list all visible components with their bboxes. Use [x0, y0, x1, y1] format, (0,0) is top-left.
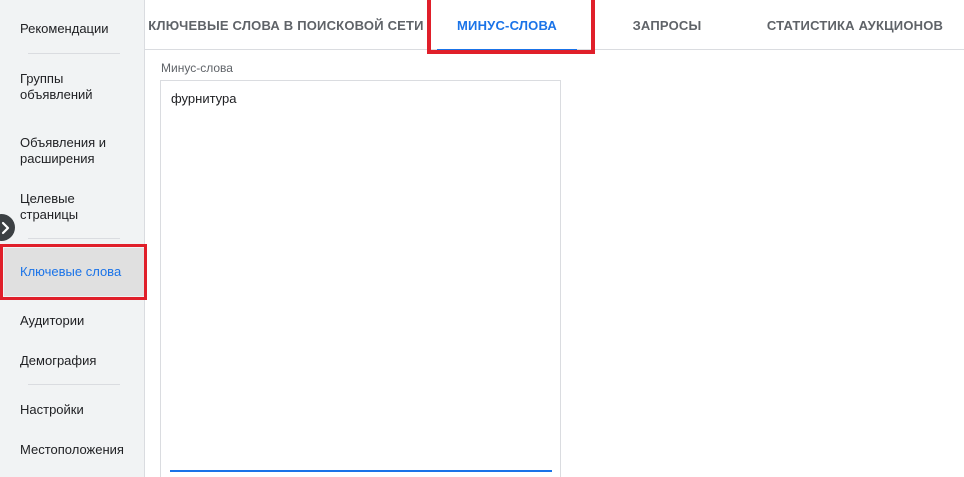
sidebar-item-label: Демография — [20, 353, 97, 368]
sidebar: Рекомендации Группы объявлений Объявлени… — [0, 0, 145, 477]
sidebar-item-audiences[interactable]: Аудитории — [6, 313, 139, 329]
sidebar-divider — [28, 238, 120, 239]
negative-keywords-value: фурнитура — [171, 91, 237, 106]
sidebar-item-label: Рекомендации — [20, 21, 109, 36]
tab-auction-insights[interactable]: СТАТИСТИКА АУКЦИОНОВ — [757, 0, 953, 50]
sidebar-item-demographics[interactable]: Демография — [6, 353, 139, 369]
sidebar-divider — [28, 53, 120, 54]
sidebar-item-landing-pages[interactable]: Целевые страницы — [6, 191, 139, 223]
tab-bar: КЛЮЧЕВЫЕ СЛОВА В ПОИСКОВОЙ СЕТИ МИНУС-СЛ… — [145, 0, 964, 51]
sidebar-item-label: Целевые страницы — [20, 191, 79, 222]
active-tab-indicator — [437, 49, 577, 51]
tab-search-keywords[interactable]: КЛЮЧЕВЫЕ СЛОВА В ПОИСКОВОЙ СЕТИ — [145, 0, 427, 50]
sidebar-item-ads-extensions[interactable]: Объявления и расширения — [6, 135, 139, 167]
sidebar-item-settings[interactable]: Настройки — [6, 402, 139, 418]
tab-label: СТАТИСТИКА АУКЦИОНОВ — [766, 17, 944, 33]
tab-label: МИНУС-СЛОВА — [457, 17, 557, 33]
sidebar-item-locations[interactable]: Местоположения — [6, 442, 139, 458]
sidebar-item-recommendations[interactable]: Рекомендации — [6, 21, 139, 37]
tab-label: КЛЮЧЕВЫЕ СЛОВА В ПОИСКОВОЙ СЕТИ — [148, 17, 424, 33]
tab-negative-keywords[interactable]: МИНУС-СЛОВА — [437, 0, 577, 51]
sidebar-item-ad-groups[interactable]: Группы объявлений — [6, 71, 139, 103]
sidebar-item-label: Местоположения — [20, 442, 124, 457]
sidebar-item-label: Группы объявлений — [20, 71, 93, 102]
sidebar-item-keywords[interactable]: Ключевые слова — [4, 248, 144, 296]
chevron-right-icon — [1, 221, 10, 234]
sidebar-item-label: Аудитории — [20, 313, 85, 328]
negative-keywords-label: Минус-слова — [161, 61, 233, 75]
negative-keywords-textarea[interactable]: фурнитура — [160, 80, 561, 477]
sidebar-item-label: Объявления и расширения — [20, 135, 107, 166]
tab-label: ЗАПРОСЫ — [632, 17, 702, 33]
sidebar-item-label: Настройки — [20, 402, 84, 417]
tab-search-terms[interactable]: ЗАПРОСЫ — [615, 0, 719, 50]
sidebar-item-label: Ключевые слова — [20, 264, 122, 279]
textarea-focus-underline — [170, 470, 552, 472]
sidebar-divider — [28, 384, 120, 385]
